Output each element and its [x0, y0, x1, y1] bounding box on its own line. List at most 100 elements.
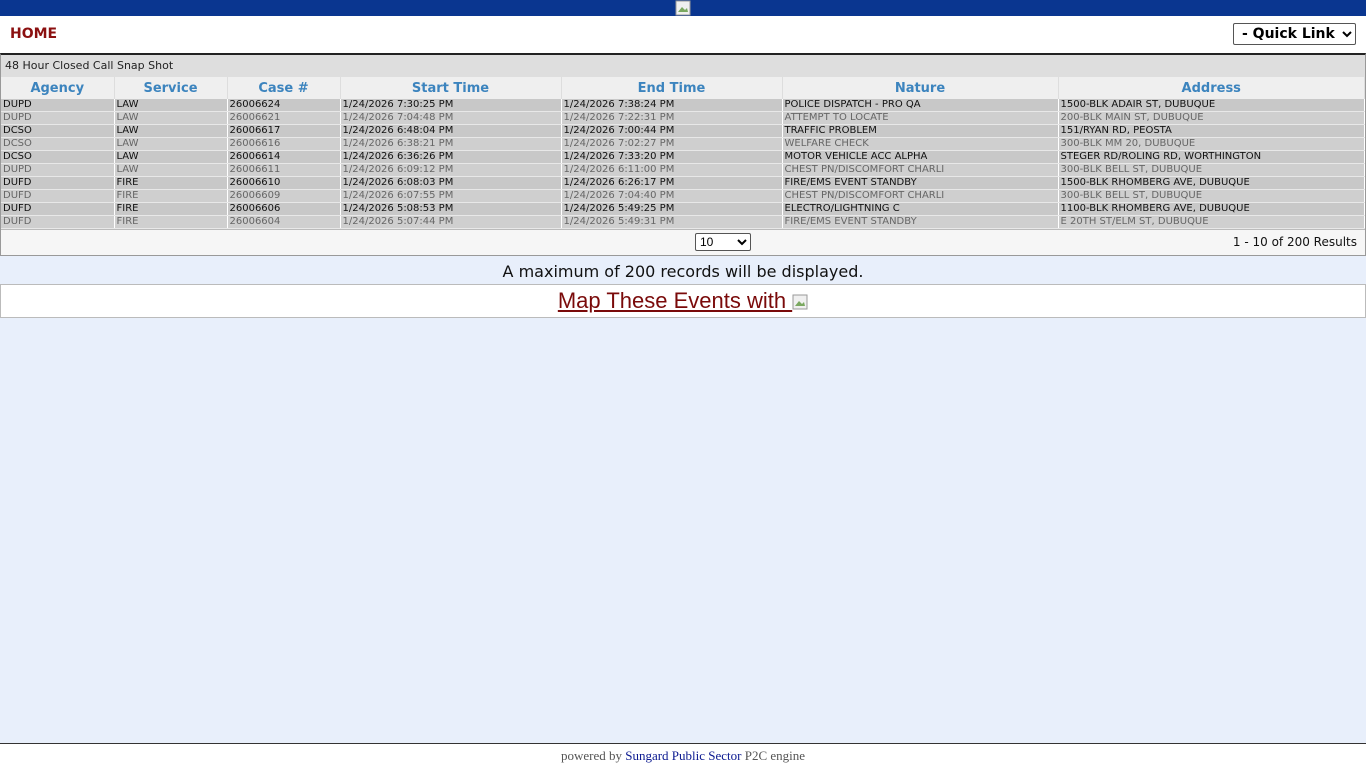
table-cell: ELECTRO/LIGHTNING C: [782, 202, 1059, 216]
table-cell: 300-BLK BELL ST, DUBUQUE: [1058, 163, 1365, 177]
table-cell: 1/24/2026 6:11:00 PM: [561, 163, 783, 177]
table-row[interactable]: DUPD LAW 26006624 1/24/2026 7:30:25 PM 1/24/…: [1, 99, 1365, 112]
table-cell: LAW: [114, 163, 228, 177]
map-events-link[interactable]: Map These Events with: [558, 288, 808, 313]
table-cell: 300-BLK BELL ST, DUBUQUE: [1058, 189, 1365, 203]
max-records-note: A maximum of 200 records will be display…: [502, 262, 864, 281]
table-cell: E 20TH ST/ELM ST, DUBUQUE: [1058, 215, 1365, 229]
table-row[interactable]: DUFD FIRE 26006609 1/24/2026 6:07:55 PM 1/24…: [1, 189, 1365, 203]
table-cell: 1100-BLK RHOMBERG AVE, DUBUQUE: [1058, 202, 1365, 216]
table-cell: 200-BLK MAIN ST, DUBUQUE: [1058, 111, 1365, 125]
table-cell: LAW: [114, 137, 228, 151]
broken-image-icon: [675, 0, 691, 16]
grid-caption: 48 Hour Closed Call Snap Shot: [1, 55, 1365, 77]
quick-links-select[interactable]: - Quick Links -: [1233, 23, 1356, 45]
calls-table: Agency Service Case # Start Time End Time Nat…: [1, 77, 1365, 229]
map-events-box: Map These Events with: [0, 284, 1366, 318]
table-cell: 26006624: [227, 99, 341, 112]
table-cell: 1/24/2026 7:04:48 PM: [340, 111, 562, 125]
table-row[interactable]: DUPD LAW 26006611 1/24/2026 6:09:12 PM 1/24/…: [1, 163, 1365, 177]
table-cell: DUPD: [1, 163, 115, 177]
table-cell: 26006616: [227, 137, 341, 151]
table-cell: DUPD: [1, 111, 115, 125]
table-cell: DCSO: [1, 124, 115, 138]
table-cell: DUFD: [1, 202, 115, 216]
column-header[interactable]: Service: [114, 77, 228, 99]
column-header[interactable]: End Time: [561, 77, 783, 99]
table-row[interactable]: DCSO LAW 26006614 1/24/2026 6:36:26 PM 1/24/…: [1, 150, 1365, 164]
table-cell: 1/24/2026 7:04:40 PM: [561, 189, 783, 203]
table-cell: POLICE DISPATCH - PRO QA: [782, 99, 1059, 112]
header-bar: HOME - Quick Links -: [0, 16, 1366, 54]
table-cell: 1/24/2026 7:02:27 PM: [561, 137, 783, 151]
table-cell: DUPD: [1, 99, 115, 112]
table-cell: 1/24/2026 6:09:12 PM: [340, 163, 562, 177]
table-cell: CHEST PN/DISCOMFORT CHARLI: [782, 189, 1059, 203]
table-cell: DCSO: [1, 137, 115, 151]
column-header[interactable]: Nature: [782, 77, 1059, 99]
table-cell: FIRE: [114, 215, 228, 229]
table-cell: FIRE/EMS EVENT STANDBY: [782, 176, 1059, 190]
column-header[interactable]: Case #: [227, 77, 341, 99]
table-row[interactable]: DUFD FIRE 26006604 1/24/2026 5:07:44 PM 1/24…: [1, 215, 1365, 229]
table-cell: 1/24/2026 6:48:04 PM: [340, 124, 562, 138]
table-cell: LAW: [114, 111, 228, 125]
table-cell: 1/24/2026 5:49:25 PM: [561, 202, 783, 216]
table-row[interactable]: DUFD FIRE 26006606 1/24/2026 5:08:53 PM 1/24…: [1, 202, 1365, 216]
table-cell: 1/24/2026 6:26:17 PM: [561, 176, 783, 190]
table-cell: FIRE/EMS EVENT STANDBY: [782, 215, 1059, 229]
table-row[interactable]: DCSO LAW 26006616 1/24/2026 6:38:21 PM 1/24/…: [1, 137, 1365, 151]
table-cell: LAW: [114, 99, 228, 112]
map-events-link-text: Map These Events with: [557, 288, 793, 313]
table-cell: TRAFFIC PROBLEM: [782, 124, 1059, 138]
table-cell: 26006609: [227, 189, 341, 203]
top-banner: [0, 0, 1366, 16]
table-cell: 151/RYAN RD, PEOSTA: [1058, 124, 1365, 138]
table-cell: 1/24/2026 7:00:44 PM: [561, 124, 783, 138]
footer-suffix: P2C engine: [741, 748, 806, 763]
table-cell: 26006617: [227, 124, 341, 138]
page-size-select[interactable]: 10: [695, 233, 751, 251]
table-cell: 1/24/2026 6:38:21 PM: [340, 137, 562, 151]
table-row[interactable]: DUPD LAW 26006621 1/24/2026 7:04:48 PM 1/24/…: [1, 111, 1365, 125]
table-cell: DUFD: [1, 215, 115, 229]
table-cell: DCSO: [1, 150, 115, 164]
table-cell: 1/24/2026 5:49:31 PM: [561, 215, 783, 229]
table-cell: 1/24/2026 5:07:44 PM: [340, 215, 562, 229]
table-row[interactable]: DCSO LAW 26006617 1/24/2026 6:48:04 PM 1/24/…: [1, 124, 1365, 138]
table-header-row: Agency Service Case # Start Time End Time Nat…: [1, 77, 1365, 99]
table-cell: DUFD: [1, 176, 115, 190]
table-cell: 1/24/2026 6:08:03 PM: [340, 176, 562, 190]
table-cell: LAW: [114, 124, 228, 138]
home-link[interactable]: HOME: [10, 26, 57, 42]
pager: 10 1 - 10 of 200 Results: [1, 229, 1365, 255]
table-cell: 26006604: [227, 215, 341, 229]
table-cell: 1/24/2026 7:33:20 PM: [561, 150, 783, 164]
table-row[interactable]: DUFD FIRE 26006610 1/24/2026 6:08:03 PM 1/24…: [1, 176, 1365, 190]
table-cell: 26006606: [227, 202, 341, 216]
table-cell: 26006614: [227, 150, 341, 164]
table-cell: MOTOR VEHICLE ACC ALPHA: [782, 150, 1059, 164]
footer-vendor-link[interactable]: Sungard Public Sector: [625, 748, 741, 763]
table-cell: 26006621: [227, 111, 341, 125]
table-cell: 1500-BLK ADAIR ST, DUBUQUE: [1058, 99, 1365, 112]
column-header[interactable]: Agency: [1, 77, 115, 99]
table-cell: 1500-BLK RHOMBERG AVE, DUBUQUE: [1058, 176, 1365, 190]
table-cell: FIRE: [114, 189, 228, 203]
table-cell: 26006611: [227, 163, 341, 177]
table-cell: FIRE: [114, 202, 228, 216]
column-header[interactable]: Address: [1058, 77, 1365, 99]
footer-prefix: powered by: [560, 748, 626, 763]
column-header[interactable]: Start Time: [340, 77, 562, 99]
table-cell: 26006610: [227, 176, 341, 190]
table-cell: ATTEMPT TO LOCATE: [782, 111, 1059, 125]
table-body: DUPD LAW 26006624 1/24/2026 7:30:25 PM 1/24/…: [1, 99, 1365, 229]
table-cell: 300-BLK MM 20, DUBUQUE: [1058, 137, 1365, 151]
broken-image-icon: [792, 294, 808, 310]
table-cell: 1/24/2026 6:07:55 PM: [340, 189, 562, 203]
table-cell: 1/24/2026 7:30:25 PM: [340, 99, 562, 112]
table-cell: FIRE: [114, 176, 228, 190]
table-cell: LAW: [114, 150, 228, 164]
table-cell: DUFD: [1, 189, 115, 203]
table-cell: 1/24/2026 5:08:53 PM: [340, 202, 562, 216]
